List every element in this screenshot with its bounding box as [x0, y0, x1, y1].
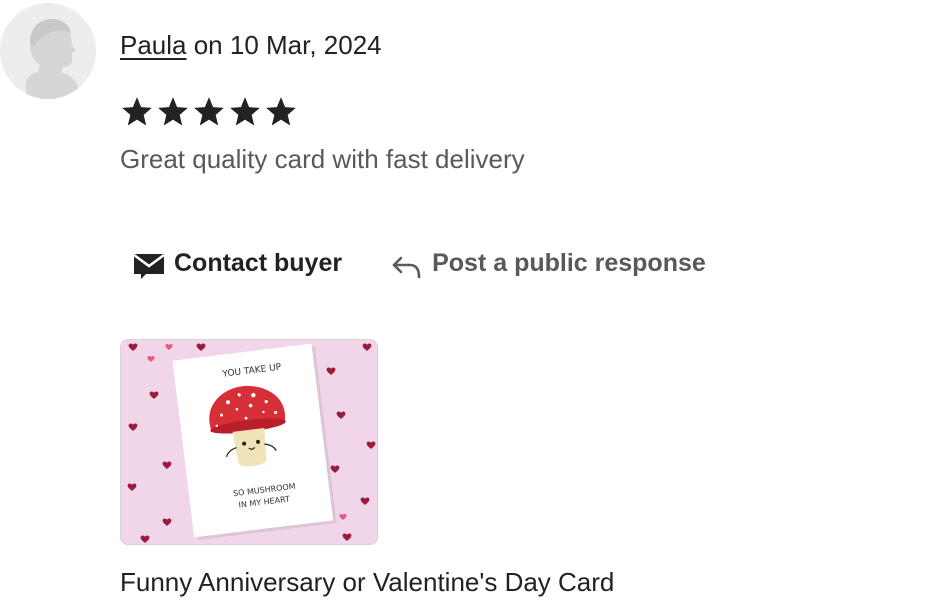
- contact-buyer-button[interactable]: Contact buyer: [133, 246, 342, 280]
- star-icon: [230, 97, 260, 126]
- reply-arrow-icon: [392, 255, 422, 279]
- star-icon: [122, 97, 152, 126]
- reviewer-avatar: [0, 3, 96, 99]
- star-icon: [266, 97, 296, 126]
- star-icon: [194, 97, 224, 126]
- post-public-response-label: Post a public response: [432, 249, 706, 277]
- default-avatar-icon: [0, 3, 96, 99]
- contact-buyer-label: Contact buyer: [174, 249, 343, 277]
- review-header: Paula on 10 Mar, 2024: [120, 28, 382, 62]
- review-date: on 10 Mar, 2024: [186, 30, 382, 60]
- star-rating: [120, 95, 298, 129]
- review-actions: Contact buyer Post a public response: [133, 246, 706, 280]
- review-text: Great quality card with fast delivery: [120, 144, 525, 174]
- product-thumbnail[interactable]: YOU TAKE UP SO MUSHROOM IN MY HEART: [120, 339, 378, 545]
- star-icon: [158, 97, 188, 126]
- envelope-icon: [133, 252, 165, 280]
- product-title-link[interactable]: Funny Anniversary or Valentine's Day Car…: [120, 565, 614, 599]
- card-product-image: YOU TAKE UP SO MUSHROOM IN MY HEART: [121, 340, 377, 544]
- post-public-response-button[interactable]: Post a public response: [392, 246, 706, 280]
- reviewer-name-link[interactable]: Paula: [120, 30, 187, 60]
